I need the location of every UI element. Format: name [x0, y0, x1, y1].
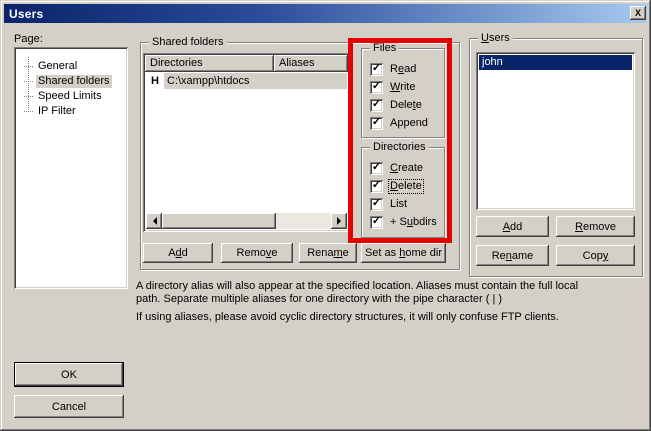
- remove-folder-button[interactable]: Remove: [221, 243, 293, 263]
- add-user-button[interactable]: Add: [476, 216, 549, 237]
- users-dialog: Users X Page: General Shared folders Spe…: [0, 0, 651, 431]
- home-dir-marker: H: [146, 75, 164, 87]
- users-list[interactable]: john: [476, 52, 635, 210]
- files-write-checkbox[interactable]: ✓ Write: [370, 80, 416, 94]
- page-item-speed-limits[interactable]: Speed Limits: [14, 89, 128, 104]
- dirs-delete-checkbox[interactable]: ✓ Delete: [370, 179, 423, 193]
- page-label: Page:: [14, 33, 43, 45]
- alias-note-line3: If using aliases, please avoid cyclic di…: [136, 311, 644, 324]
- checkbox-checked-icon: ✓: [370, 162, 383, 175]
- shared-folders-listview[interactable]: Directories Aliases H C:\xampp\htdocs: [143, 53, 350, 232]
- checkbox-checked-icon: ✓: [370, 63, 383, 76]
- scroll-left-button[interactable]: [146, 213, 162, 229]
- cancel-button[interactable]: Cancel: [14, 395, 124, 418]
- copy-user-button[interactable]: Copy: [556, 245, 635, 266]
- checkbox-checked-icon: ✓: [370, 117, 383, 130]
- user-item-john[interactable]: john: [479, 55, 632, 70]
- directory-path: C:\xampp\htdocs: [164, 73, 347, 89]
- scroll-left-icon: [149, 217, 157, 225]
- add-folder-button[interactable]: Add: [143, 243, 213, 263]
- rename-folder-button[interactable]: Rename: [299, 243, 357, 263]
- tree-connector-line: [28, 57, 29, 110]
- files-permissions-group: Files ✓ Read ✓ Write ✓ Delete ✓ Append: [361, 48, 445, 138]
- page-list[interactable]: General Shared folders Speed Limits IP F…: [14, 47, 128, 289]
- column-header-directories[interactable]: Directories: [145, 55, 274, 72]
- checkbox-checked-icon: ✓: [370, 198, 383, 211]
- scroll-right-button[interactable]: [331, 213, 347, 229]
- window-title: Users: [9, 7, 43, 21]
- column-header-aliases[interactable]: Aliases: [274, 55, 348, 72]
- scroll-right-icon: [337, 217, 345, 225]
- horizontal-scrollbar[interactable]: [146, 213, 347, 229]
- directories-group-label: Directories: [370, 141, 429, 153]
- set-as-home-dir-button[interactable]: Set as home dir: [361, 243, 446, 263]
- dirs-list-checkbox[interactable]: ✓ List: [370, 197, 408, 211]
- checkbox-checked-icon: ✓: [370, 180, 383, 193]
- directories-permissions-group: Directories ✓ Create ✓ Delete ✓ List ✓ +…: [361, 147, 445, 238]
- page-item-shared-folders[interactable]: Shared folders: [14, 74, 128, 89]
- remove-user-button[interactable]: Remove: [556, 216, 635, 237]
- close-button[interactable]: X: [630, 6, 646, 20]
- tree-branch-icon: [24, 111, 33, 112]
- dirs-subdirs-checkbox[interactable]: ✓ + Subdirs: [370, 215, 438, 229]
- page-item-ip-filter[interactable]: IP Filter: [14, 104, 128, 119]
- page-item-general[interactable]: General: [14, 59, 128, 74]
- close-icon: X: [635, 9, 641, 18]
- scrollbar-thumb[interactable]: [162, 213, 276, 229]
- files-read-checkbox[interactable]: ✓ Read: [370, 62, 417, 76]
- shared-folders-group-label: Shared folders: [149, 36, 227, 48]
- checkbox-checked-icon: ✓: [370, 216, 383, 229]
- title-bar[interactable]: Users: [4, 4, 647, 23]
- checkbox-checked-icon: ✓: [370, 81, 383, 94]
- ok-button[interactable]: OK: [14, 362, 124, 387]
- alias-note-line1: A directory alias will also appear at th…: [136, 280, 644, 293]
- files-delete-checkbox[interactable]: ✓ Delete: [370, 98, 423, 112]
- alias-note-line2: path. Separate multiple aliases for one …: [136, 293, 644, 306]
- dirs-create-checkbox[interactable]: ✓ Create: [370, 161, 424, 175]
- directory-row[interactable]: H C:\xampp\htdocs: [146, 73, 347, 89]
- files-group-label: Files: [370, 42, 399, 54]
- checkbox-checked-icon: ✓: [370, 99, 383, 112]
- users-group-label: Users: [478, 32, 513, 44]
- rename-user-button[interactable]: Rename: [476, 245, 549, 266]
- files-append-checkbox[interactable]: ✓ Append: [370, 116, 429, 130]
